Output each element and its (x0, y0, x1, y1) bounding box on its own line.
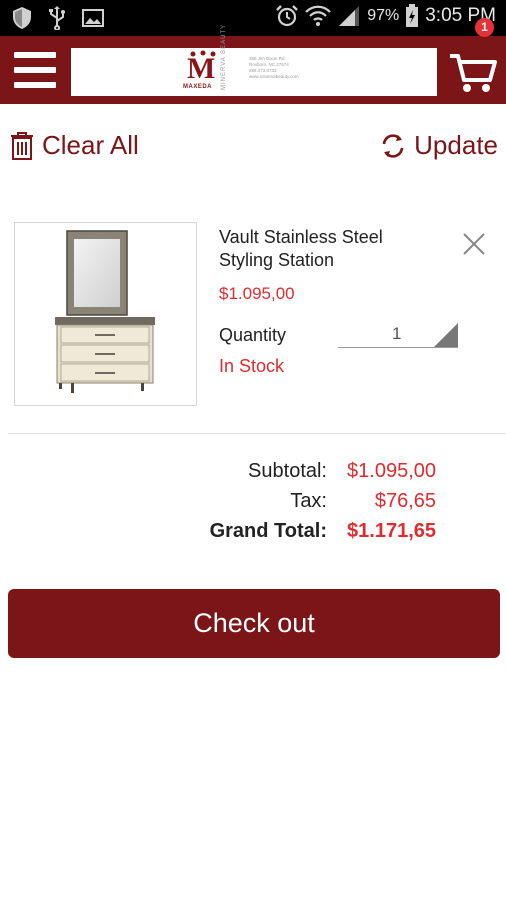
logo-letter: M (187, 52, 216, 85)
logo-address: 385 Jim Dixon Rd. Roxboro, NC 27574 888.… (249, 56, 299, 79)
shield-icon (13, 7, 31, 29)
grand-total-label: Grand Total: (209, 520, 327, 542)
usb-icon (49, 6, 65, 30)
status-bar: 97% 3:05 PM (0, 0, 506, 36)
checkout-button[interactable]: Check out (8, 589, 500, 658)
close-icon[interactable] (462, 232, 486, 256)
grand-total-value: $1.171,65 (347, 520, 436, 542)
quantity-value: 1 (392, 324, 402, 343)
alarm-icon (276, 5, 299, 27)
cart-icon[interactable] (448, 50, 498, 94)
signal-icon (339, 6, 360, 26)
product-image[interactable] (14, 222, 197, 406)
status-bar-system: 97% 3:05 PM (275, 4, 496, 28)
logo-vertical-text: MINERVA BEAUTY (221, 23, 227, 90)
app-bar: M MAXEDA MINERVA BEAUTY 385 Jim Dixon Rd… (0, 23, 506, 104)
refresh-icon (382, 133, 404, 158)
image-icon (82, 9, 104, 27)
clear-all-button[interactable]: Clear All (10, 130, 139, 161)
vanity-dresser-illustration (55, 230, 155, 393)
wifi-icon (305, 5, 331, 26)
product-name[interactable]: Vault Stainless Steel Styling Station (219, 226, 429, 272)
brand-logo[interactable]: M MAXEDA MINERVA BEAUTY 385 Jim Dixon Rd… (71, 23, 437, 96)
divider (8, 433, 506, 434)
stock-status: In Stock (219, 356, 285, 376)
quantity-dropdown[interactable]: 1 (338, 320, 458, 348)
tax-label: Tax: (290, 490, 327, 512)
update-button[interactable]: Update (380, 130, 498, 161)
product-price: $1.095,00 (219, 284, 295, 303)
tax-value: $76,65 (374, 490, 436, 512)
clear-all-label: Clear All (42, 130, 139, 160)
cart-count-badge: 1 (475, 18, 494, 37)
menu-icon[interactable] (14, 50, 56, 90)
update-label: Update (414, 130, 498, 160)
logo-wordmark: MAXEDA (183, 84, 213, 90)
quantity-label: Quantity (219, 325, 287, 345)
battery-charging-icon (406, 4, 419, 27)
battery-percent: 97% (367, 7, 400, 24)
status-bar-notifications (12, 6, 104, 30)
subtotal-value: $1.095,00 (347, 460, 436, 482)
trash-icon (11, 131, 33, 160)
subtotal-label: Subtotal: (248, 460, 327, 482)
dropdown-corner-icon (434, 323, 458, 347)
